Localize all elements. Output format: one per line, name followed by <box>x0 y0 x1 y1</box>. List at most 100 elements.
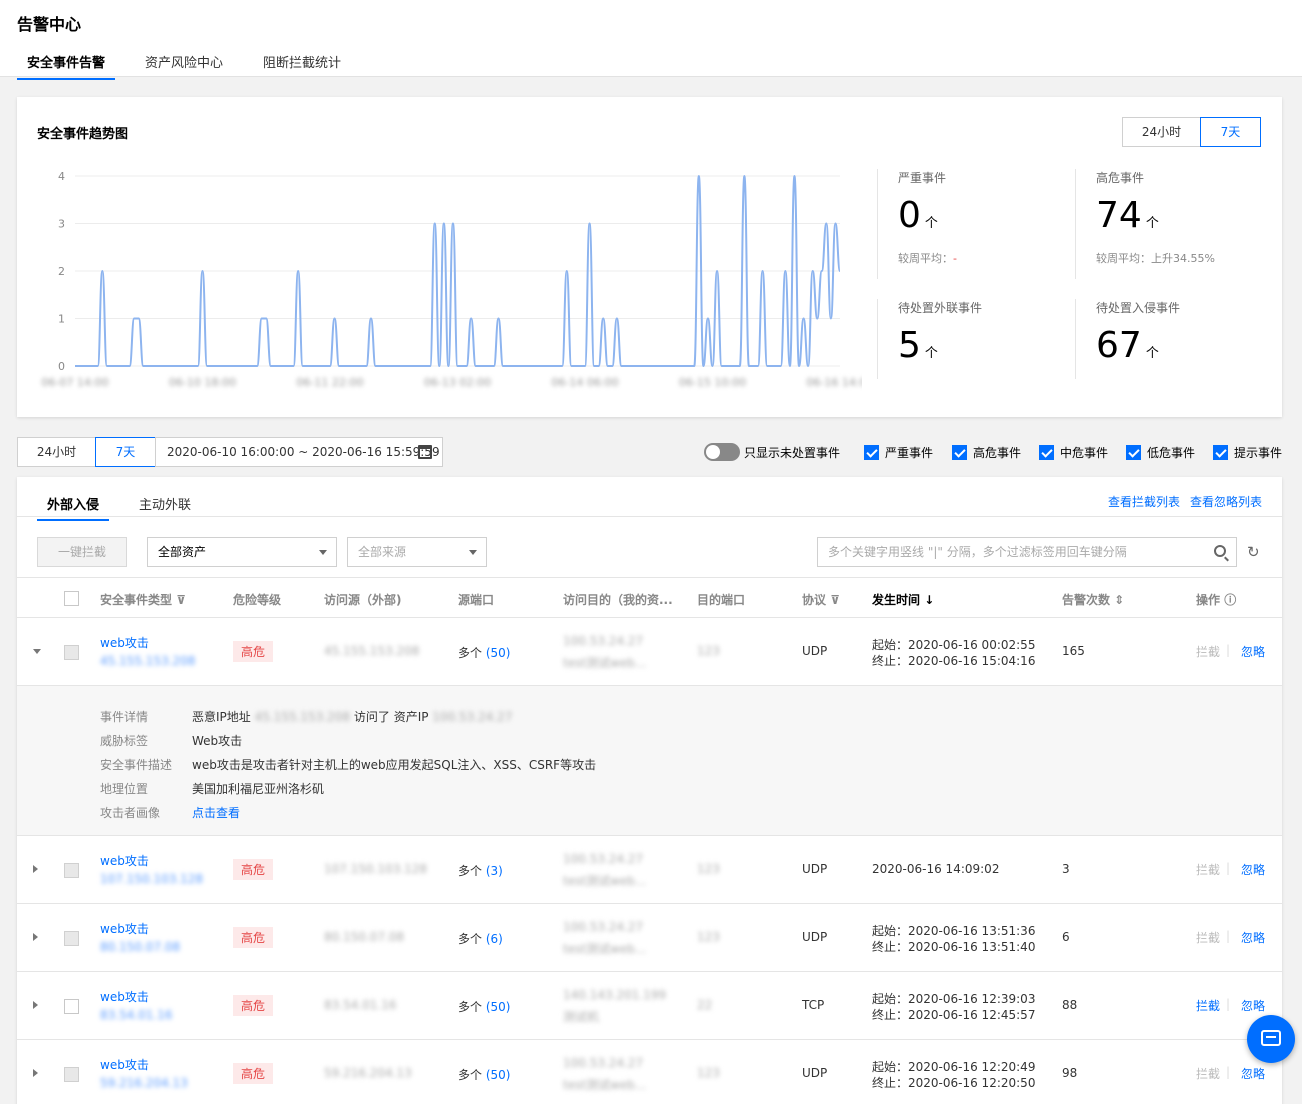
row-checkbox[interactable] <box>64 931 79 946</box>
asset-select[interactable]: 全部资产 <box>147 537 337 567</box>
filter-info-checkbox[interactable] <box>1213 445 1228 460</box>
refresh-icon[interactable]: ↻ <box>1247 543 1260 561</box>
expand-row-icon[interactable] <box>33 1001 38 1009</box>
x-tick-label: 06-10 18:00 <box>169 376 236 389</box>
sort-down-icon[interactable]: ↓ <box>924 593 934 607</box>
ignore-button[interactable]: 忽略 <box>1241 643 1265 660</box>
time-end: 终止：2020-06-16 15:04:16 <box>872 654 1036 668</box>
select-all-checkbox[interactable] <box>64 591 79 606</box>
ignore-button[interactable]: 忽略 <box>1241 929 1265 946</box>
event-type-link[interactable]: web攻击 <box>100 852 149 869</box>
src-ports-label: 多个 <box>458 646 483 660</box>
chat-button[interactable] <box>1247 1015 1295 1063</box>
filter-info[interactable]: 提示事件 <box>1213 444 1282 461</box>
sort-icon[interactable]: ⇕ <box>1114 593 1124 607</box>
filter-medium-checkbox[interactable] <box>1039 445 1054 460</box>
trend-range-7d-button[interactable]: 7天 <box>1200 117 1261 147</box>
tab-block-stats[interactable]: 阻断拦截统计 <box>253 46 351 80</box>
chat-icon <box>1261 1030 1281 1046</box>
expand-row-icon[interactable] <box>33 865 38 873</box>
row-checkbox[interactable] <box>64 645 79 660</box>
detail-profile-key: 攻击者画像 <box>100 806 161 820</box>
filter-medium[interactable]: 中危事件 <box>1039 444 1108 461</box>
view-block-list-link[interactable]: 查看拦截列表 <box>1108 495 1180 509</box>
trend-range-switch: 24小时 7天 <box>1122 117 1261 147</box>
row-checkbox[interactable] <box>64 999 79 1014</box>
stat-high-compare-value: 上升34.55% <box>1151 252 1215 265</box>
event-list-card: 外部入侵 主动外联 查看拦截列表查看忽略列表 一键拦截 全部资产 全部来源 ↻ … <box>17 477 1282 1104</box>
stat-intrusion-label: 待处置入侵事件 <box>1096 301 1181 315</box>
filter-critical[interactable]: 严重事件 <box>864 444 933 461</box>
detail-event-dest-ip: 100.53.24.27 <box>432 710 513 724</box>
y-tick-label: 3 <box>58 218 65 231</box>
filter-icon[interactable]: ⊽ <box>176 593 186 607</box>
view-ignore-list-link[interactable]: 查看忽略列表 <box>1190 495 1262 509</box>
row-checkbox[interactable] <box>64 863 79 878</box>
block-button[interactable]: 拦截 <box>1196 643 1220 660</box>
col-count[interactable]: 告警次数 ⇕ <box>1062 591 1124 608</box>
block-button[interactable]: 拦截 <box>1196 929 1220 946</box>
block-button[interactable]: 拦截 <box>1196 1065 1220 1082</box>
calendar-icon[interactable] <box>418 445 432 459</box>
event-type-link[interactable]: web攻击 <box>100 1056 149 1073</box>
source-ip: 80.150.07.08 <box>324 930 405 944</box>
time-start: 起始：2020-06-16 12:20:49 <box>872 1060 1036 1074</box>
list-links: 查看拦截列表 查看忽略列表 <box>1108 493 1262 510</box>
col-count-label: 告警次数 <box>1062 593 1111 607</box>
stat-critical-compare-label: 较周平均： <box>898 252 953 265</box>
stat-critical-value: 0个 <box>898 196 957 244</box>
filter-low-checkbox[interactable] <box>1126 445 1141 460</box>
collapse-row-icon[interactable] <box>33 649 41 654</box>
trend-card: 安全事件趋势图 24小时 7天 0 1 2 3 4 06-07 14:00 06-10 18… <box>17 97 1282 417</box>
src-ports-count-link[interactable]: (50) <box>486 1000 511 1014</box>
row-checkbox[interactable] <box>64 1067 79 1082</box>
block-button[interactable]: 拦截 <box>1196 861 1220 878</box>
asset-select-value: 全部资产 <box>158 545 207 559</box>
event-type-link[interactable]: web攻击 <box>100 988 149 1005</box>
date-range-picker[interactable]: 2020-06-10 16:00:00 ~ 2020-06-16 15:59:5… <box>155 437 443 467</box>
filter-critical-checkbox[interactable] <box>864 445 879 460</box>
event-type-link[interactable]: web攻击 <box>100 920 149 937</box>
col-event-type[interactable]: 安全事件类型 ⊽ <box>100 591 186 608</box>
protocol: UDP <box>802 862 828 876</box>
ignore-button[interactable]: 忽略 <box>1241 1065 1265 1082</box>
filter-icon[interactable]: ⊽ <box>830 593 840 607</box>
filter-row: 24小时 7天 2020-06-10 16:00:00 ~ 2020-06-16… <box>17 437 1282 467</box>
one-click-block-button[interactable]: 一键拦截 <box>37 537 127 567</box>
search-input[interactable] <box>818 538 1198 566</box>
tab-security-events[interactable]: 安全事件告警 <box>17 46 116 80</box>
x-tick-label: 06-15 10:00 <box>679 376 746 389</box>
ignore-button[interactable]: 忽略 <box>1241 861 1265 878</box>
list-range-7d-button[interactable]: 7天 <box>95 437 156 467</box>
trend-range-24h-button[interactable]: 24小时 <box>1122 117 1201 147</box>
ignore-button[interactable]: 忽略 <box>1241 997 1265 1014</box>
filter-low[interactable]: 低危事件 <box>1126 444 1195 461</box>
src-ports-count-link[interactable]: (6) <box>486 932 503 946</box>
dst-port: 123 <box>697 862 720 876</box>
event-src-ip: 83.54.01.16 <box>100 1008 173 1022</box>
expand-row-icon[interactable] <box>33 933 38 941</box>
unhandled-only-toggle[interactable] <box>704 443 740 461</box>
block-button[interactable]: 拦截 <box>1196 997 1220 1014</box>
event-type-link[interactable]: web攻击 <box>100 634 149 651</box>
filter-high-checkbox[interactable] <box>952 445 967 460</box>
x-tick-label: 06-11 22:00 <box>296 376 363 389</box>
src-ports-count-link[interactable]: (50) <box>486 1068 511 1082</box>
filter-high[interactable]: 高危事件 <box>952 444 1021 461</box>
search-icon[interactable] <box>1214 545 1226 557</box>
level-badge-text: 高危 <box>233 641 274 662</box>
tab-asset-risk[interactable]: 资产风险中心 <box>135 46 233 80</box>
src-ports-count-link[interactable]: (3) <box>486 864 503 878</box>
expand-row-icon[interactable] <box>33 1069 38 1077</box>
detail-description-key: 安全事件描述 <box>100 758 173 772</box>
stat-high-number: 74 <box>1096 195 1142 236</box>
dst-port: 123 <box>697 1066 720 1080</box>
list-range-24h-button[interactable]: 24小时 <box>17 437 96 467</box>
dest-ip: 100.53.24.27 <box>563 1056 644 1070</box>
col-time[interactable]: 发生时间 ↓ <box>872 591 934 608</box>
src-ports-count-link[interactable]: (50) <box>486 646 511 660</box>
source-select[interactable]: 全部来源 <box>347 537 487 567</box>
col-protocol[interactable]: 协议 ⊽ <box>802 591 840 608</box>
view-attacker-profile-link[interactable]: 点击查看 <box>192 806 240 820</box>
info-icon[interactable]: ⓘ <box>1224 593 1236 607</box>
